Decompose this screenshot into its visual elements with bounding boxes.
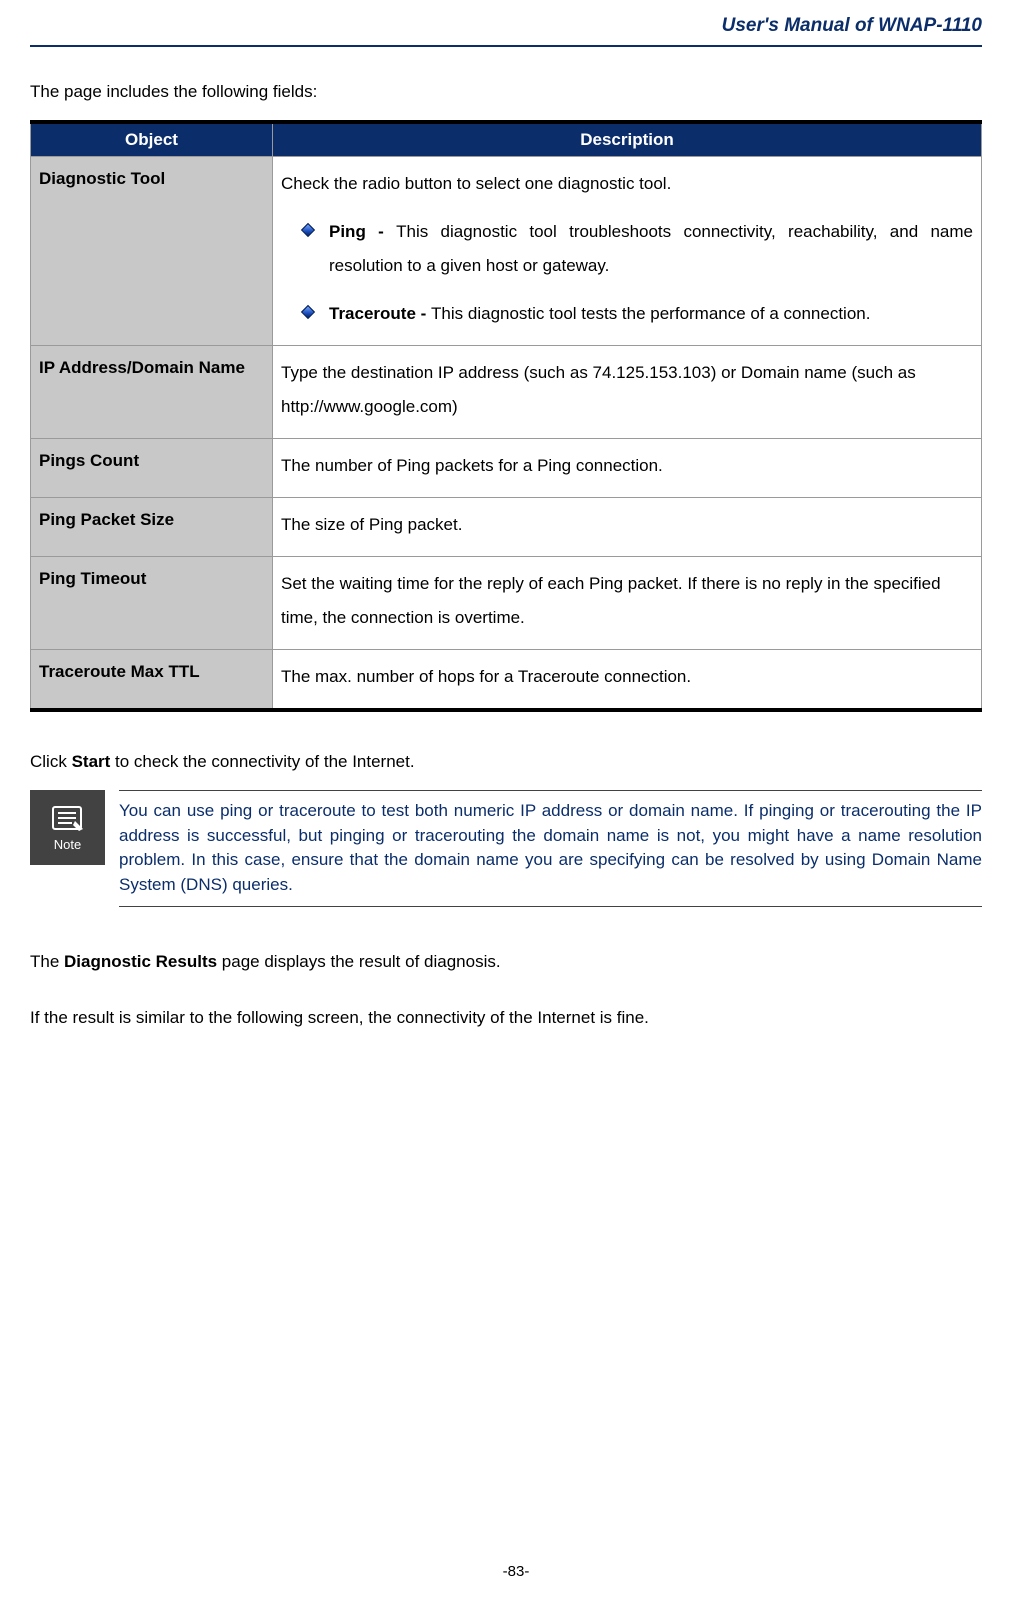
bullet-item: Ping - This diagnostic tool troubleshoot… bbox=[281, 215, 973, 283]
text-segment: to check the connectivity of the Interne… bbox=[110, 752, 414, 771]
col-header-object: Object bbox=[31, 122, 273, 157]
header-title: User's Manual of WNAP-1110 bbox=[30, 15, 982, 37]
bullet-text: This diagnostic tool troubleshoots conne… bbox=[329, 222, 973, 275]
bullet-label: Ping - bbox=[329, 222, 396, 241]
field-description: The number of Ping packets for a Ping co… bbox=[273, 439, 982, 498]
note-block: Note You can use ping or traceroute to t… bbox=[30, 790, 982, 907]
field-object: IP Address/Domain Name bbox=[31, 346, 273, 439]
click-start-text: Click Start to check the connectivity of… bbox=[30, 752, 982, 772]
fields-table: Object Description Diagnostic Tool Check… bbox=[30, 120, 982, 712]
bullet-text: This diagnostic tool tests the performan… bbox=[431, 304, 870, 323]
table-row: Pings Count The number of Ping packets f… bbox=[31, 439, 982, 498]
note-label: Note bbox=[54, 837, 81, 852]
post-note-section: The Diagnostic Results page displays the… bbox=[30, 942, 982, 1037]
bullet-item: Traceroute - This diagnostic tool tests … bbox=[281, 297, 973, 331]
diagnostic-results-bold: Diagnostic Results bbox=[64, 952, 217, 971]
field-description: Check the radio button to select one dia… bbox=[273, 157, 982, 346]
header-divider bbox=[30, 45, 982, 47]
table-row: Traceroute Max TTL The max. number of ho… bbox=[31, 650, 982, 711]
field-description: The size of Ping packet. bbox=[273, 498, 982, 557]
field-object: Ping Packet Size bbox=[31, 498, 273, 557]
diamond-icon bbox=[301, 305, 315, 319]
diamond-icon bbox=[301, 223, 315, 237]
result-description-line: If the result is similar to the followin… bbox=[30, 998, 982, 1037]
field-description: Set the waiting time for the reply of ea… bbox=[273, 557, 982, 650]
table-row: IP Address/Domain Name Type the destinat… bbox=[31, 346, 982, 439]
field-object: Traceroute Max TTL bbox=[31, 650, 273, 711]
intro-text: The page includes the following fields: bbox=[30, 82, 982, 102]
field-object: Pings Count bbox=[31, 439, 273, 498]
col-header-description: Description bbox=[273, 122, 982, 157]
page-number: -83- bbox=[0, 1563, 1032, 1580]
table-row: Diagnostic Tool Check the radio button t… bbox=[31, 157, 982, 346]
field-object: Ping Timeout bbox=[31, 557, 273, 650]
field-description: Type the destination IP address (such as… bbox=[273, 346, 982, 439]
bullet-label: Traceroute - bbox=[329, 304, 431, 323]
note-text: You can use ping or traceroute to test b… bbox=[119, 799, 982, 898]
text-segment: page displays the result of diagnosis. bbox=[217, 952, 501, 971]
field-description: The max. number of hops for a Traceroute… bbox=[273, 650, 982, 711]
diagnostic-results-line: The Diagnostic Results page displays the… bbox=[30, 942, 982, 981]
table-row: Ping Timeout Set the waiting time for th… bbox=[31, 557, 982, 650]
text-segment: The bbox=[30, 952, 64, 971]
note-icon: Note bbox=[30, 790, 105, 865]
text-segment: Click bbox=[30, 752, 72, 771]
table-row: Ping Packet Size The size of Ping packet… bbox=[31, 498, 982, 557]
field-object: Diagnostic Tool bbox=[31, 157, 273, 346]
desc-intro: Check the radio button to select one dia… bbox=[281, 174, 671, 193]
note-text-container: You can use ping or traceroute to test b… bbox=[119, 790, 982, 907]
start-bold: Start bbox=[72, 752, 111, 771]
